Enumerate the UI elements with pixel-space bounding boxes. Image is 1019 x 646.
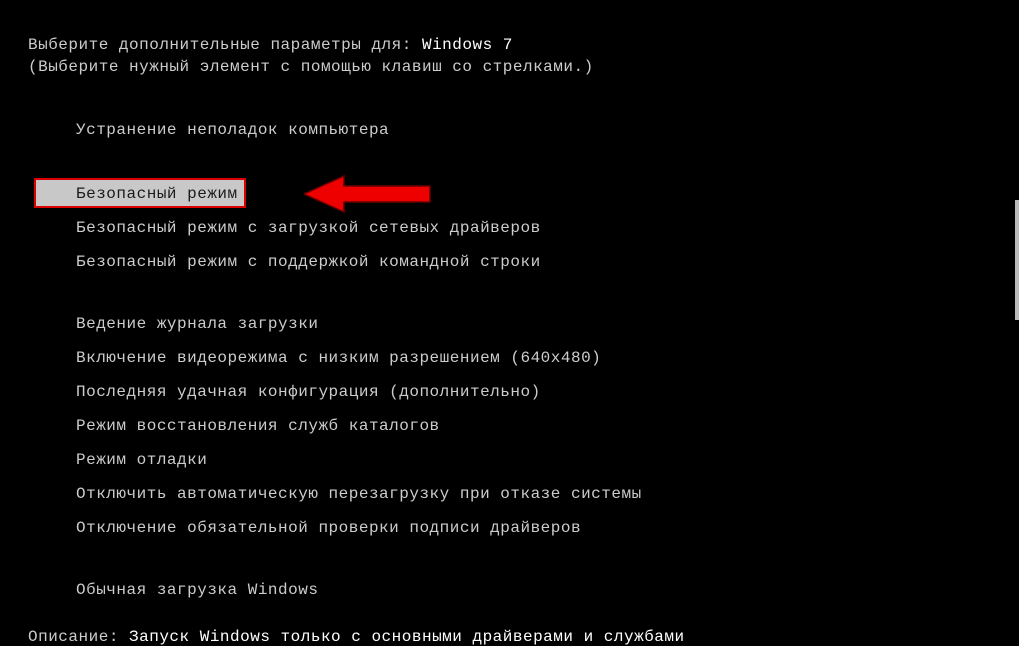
- menu-item-normal[interactable]: Обычная загрузка Windows: [76, 576, 1019, 604]
- menu-item-safe-mode-selected[interactable]: Безопасный режим: [34, 178, 1019, 208]
- annotation-arrow-icon: [304, 174, 434, 214]
- os-name: Windows 7: [422, 36, 513, 54]
- menu-item-safe-mode-label: Безопасный режим: [34, 178, 246, 208]
- menu-item-last-known[interactable]: Последняя удачная конфигурация (дополнит…: [76, 378, 1019, 406]
- menu-item-disable-auto-restart[interactable]: Отключить автоматическую перезагрузку пр…: [76, 480, 1019, 508]
- menu-item-safe-mode-cmd[interactable]: Безопасный режим с поддержкой командной …: [76, 248, 1019, 276]
- description-label: Описание:: [28, 628, 129, 646]
- boot-menu[interactable]: Устранение неполадок компьютера Безопасн…: [28, 116, 1019, 604]
- scrollbar-thumb[interactable]: [1015, 200, 1019, 320]
- menu-item-boot-log[interactable]: Ведение журнала загрузки: [76, 310, 1019, 338]
- menu-item-low-res[interactable]: Включение видеорежима с низким разрешени…: [76, 344, 1019, 372]
- menu-item-debug[interactable]: Режим отладки: [76, 446, 1019, 474]
- boot-description: Описание: Запуск Windows только с основн…: [28, 628, 1019, 646]
- menu-item-ds-restore[interactable]: Режим восстановления служб каталогов: [76, 412, 1019, 440]
- menu-item-repair[interactable]: Устранение неполадок компьютера: [76, 116, 1019, 144]
- menu-item-safe-mode-net[interactable]: Безопасный режим с загрузкой сетевых дра…: [76, 214, 1019, 242]
- description-value: Запуск Windows только с основными драйве…: [129, 628, 685, 646]
- boot-header-instruction: (Выберите нужный элемент с помощью клави…: [28, 58, 1019, 76]
- menu-item-disable-sig[interactable]: Отключение обязательной проверки подписи…: [76, 514, 1019, 542]
- prompt-prefix: Выберите дополнительные параметры для:: [28, 36, 422, 54]
- boot-header-prompt: Выберите дополнительные параметры для: W…: [28, 36, 1019, 54]
